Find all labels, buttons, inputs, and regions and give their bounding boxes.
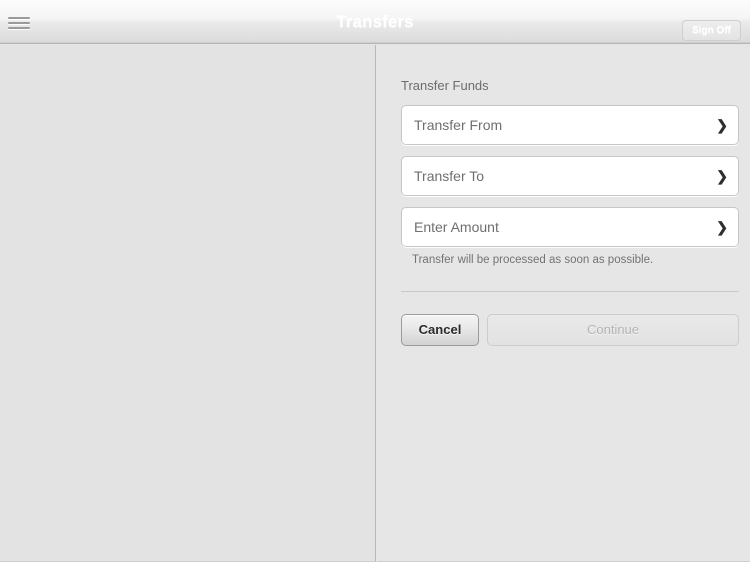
chevron-right-icon: ❯: [716, 117, 728, 133]
left-detail-pane: [0, 45, 376, 562]
helper-text: Transfer will be processed as soon as po…: [412, 254, 654, 266]
transfer-from-row[interactable]: Transfer From ❯: [401, 105, 739, 145]
transfer-to-label: Transfer To: [414, 168, 485, 184]
chevron-right-icon: ❯: [716, 219, 728, 235]
transfer-from-label: Transfer From: [414, 117, 503, 133]
transfer-to-row[interactable]: Transfer To ❯: [401, 156, 739, 196]
page-title: Transfers: [336, 12, 414, 31]
chevron-right-icon: ❯: [716, 168, 728, 184]
transfer-form: Transfer From ❯ Transfer To ❯ Enter Amou…: [401, 105, 739, 258]
section-divider: [401, 291, 739, 292]
continue-button[interactable]: Continue: [487, 314, 739, 346]
top-navigation-bar: Transfers Sign Off: [0, 0, 750, 44]
enter-amount-row[interactable]: Enter Amount ❯: [401, 207, 739, 247]
content-area: Transfer Funds Transfer From ❯ Transfer …: [0, 45, 750, 562]
enter-amount-label: Enter Amount: [414, 219, 499, 235]
section-title: Transfer Funds: [401, 78, 489, 93]
app-root: Transfers Sign Off Transfer Funds Transf…: [0, 0, 750, 562]
action-bar: Cancel Continue: [401, 314, 739, 346]
sign-off-button[interactable]: Sign Off: [682, 20, 741, 41]
cancel-button[interactable]: Cancel: [401, 314, 479, 346]
transfer-funds-pane: Transfer Funds Transfer From ❯ Transfer …: [377, 45, 750, 562]
